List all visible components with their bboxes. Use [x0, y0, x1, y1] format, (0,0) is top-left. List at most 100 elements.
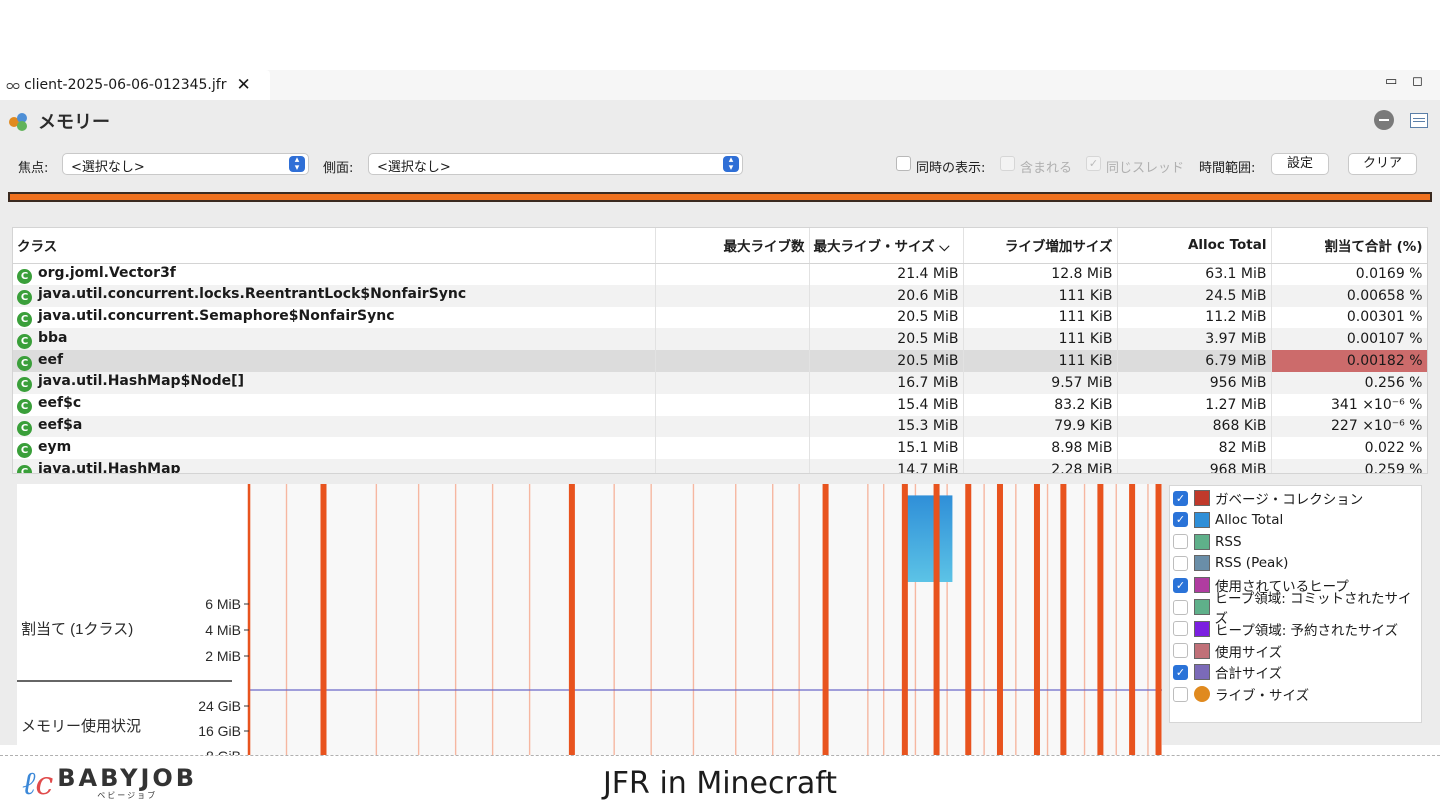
aspect-select-value: <選択なし> [377, 160, 451, 175]
table-row[interactable]: Cjava.util.HashMap 14.7 MiB 2.28 MiB 968 Mi… [13, 459, 1427, 473]
tab-filename: client-2025-06-06-012345.jfr [24, 77, 227, 93]
plot-background [249, 484, 1162, 778]
cell-count [655, 263, 810, 285]
legend-item[interactable]: RSS (Peak) [1173, 553, 1288, 573]
y-tick-label: 2 MiB [205, 648, 241, 664]
class-name: java.util.concurrent.locks.ReentrantLock… [38, 286, 467, 303]
view-toggle-icon[interactable] [1410, 112, 1428, 128]
class-name: eef [38, 351, 64, 368]
cell-growth: 111 KiB [963, 284, 1118, 307]
cell-alloc: 11.2 MiB [1117, 306, 1272, 329]
live-size-icon [1194, 686, 1210, 703]
editor-tab[interactable]: ᴑᴑ client-2025-06-06-012345.jfr ✕ [0, 70, 270, 100]
column-header-max-live-count[interactable]: 最大ライブ数 [655, 228, 810, 264]
cell-pct: 227 ×10⁻⁶ % [1271, 415, 1427, 438]
cell-count [655, 328, 810, 351]
column-header-max-live-size[interactable]: 最大ライブ・サイズ ⌵ [809, 228, 964, 264]
focus-label: 焦点: [18, 161, 49, 176]
legend-item[interactable]: ✓ Alloc Total [1173, 510, 1283, 530]
legend-item[interactable]: RSS [1173, 532, 1242, 552]
legend-checkbox[interactable] [1173, 534, 1188, 550]
filter-row: 焦点: <選択なし> ▴ ▾ 側面: <選択なし> ▴ ▾ 同時の表示: 含まれる … [18, 153, 1432, 177]
clear-button[interactable]: クリア [1348, 153, 1417, 175]
class-icon: C [17, 355, 32, 371]
editor-tab-bar: ᴑᴑ client-2025-06-06-012345.jfr ✕ ▭ ◻ [0, 70, 1440, 100]
legend-item[interactable]: ヒープ領域: 予約されたサイズ [1173, 619, 1398, 639]
time-range-bar[interactable] [8, 192, 1432, 202]
legend-checkbox[interactable] [1173, 643, 1188, 659]
cell-pct: 0.256 % [1271, 371, 1427, 394]
class-icon: C [17, 442, 32, 458]
remove-icon[interactable] [1374, 110, 1394, 130]
column-header-alloc-total[interactable]: Alloc Total [1117, 228, 1272, 264]
lane-label: メモリー使用状況 [21, 718, 141, 735]
maximize-icon[interactable]: ◻ [1412, 74, 1423, 89]
legend-item[interactable]: 使用サイズ [1173, 641, 1282, 661]
legend-checkbox[interactable]: ✓ [1173, 577, 1188, 593]
legend-checkbox[interactable]: ✓ [1173, 512, 1188, 528]
cell-alloc: 82 MiB [1117, 437, 1272, 460]
class-name-cell: Cjava.util.HashMap$Node[] [13, 371, 656, 394]
cell-count [655, 350, 810, 372]
cell-growth: 9.57 MiB [963, 371, 1118, 394]
class-icon: C [17, 333, 32, 349]
table-row[interactable]: Ceef$a 15.3 MiB 79.9 KiB 868 KiB 227 ×10⁻⁶ % [13, 415, 1427, 438]
column-header-live-growth[interactable]: ライブ増加サイズ [963, 228, 1118, 264]
cell-growth: 2.28 MiB [963, 459, 1118, 473]
legend-label: ライブ・サイズ [1215, 688, 1310, 705]
chevron-updown-icon: ▴ ▾ [723, 156, 739, 173]
page-title: メモリー [38, 112, 110, 133]
cell-alloc: 24.5 MiB [1117, 284, 1272, 307]
minimize-icon[interactable]: ▭ [1385, 74, 1397, 89]
cell-growth: 111 KiB [963, 350, 1118, 372]
class-name: eym [38, 438, 72, 455]
close-icon[interactable]: ✕ [236, 75, 250, 95]
legend-checkbox[interactable] [1173, 621, 1188, 637]
legend-item[interactable]: ✓ ガベージ・コレクション [1173, 488, 1363, 508]
legend-checkbox[interactable] [1173, 686, 1188, 702]
legend-item[interactable]: ✓ 合計サイズ [1173, 662, 1282, 682]
focus-select[interactable]: <選択なし> ▴ ▾ [62, 153, 309, 175]
cell-pct: 0.0169 % [1271, 263, 1427, 285]
table-row[interactable]: Ceef 20.5 MiB 111 KiB 6.79 MiB 0.00182 % [13, 350, 1427, 372]
page-header: メモリー [8, 108, 110, 134]
cell-max_live: 15.4 MiB [809, 393, 964, 416]
class-icon: C [17, 399, 32, 415]
legend-label: ヒープ領域: 予約されたサイズ [1215, 622, 1399, 639]
y-tick-label: 6 MiB [205, 596, 241, 612]
class-name: org.joml.Vector3f [38, 264, 176, 281]
y-tick-label: 4 MiB [205, 622, 241, 638]
cell-max_live: 14.7 MiB [809, 459, 964, 473]
aspect-select[interactable]: <選択なし> ▴ ▾ [368, 153, 743, 175]
legend-label: ガベージ・コレクション [1215, 492, 1364, 508]
legend-checkbox[interactable] [1173, 555, 1188, 571]
table-row[interactable]: Ceef$c 15.4 MiB 83.2 KiB 1.27 MiB 341 ×10⁻⁶ … [13, 393, 1427, 416]
cell-alloc: 3.97 MiB [1117, 328, 1272, 351]
table-row[interactable]: Cjava.util.concurrent.locks.ReentrantLoc… [13, 284, 1427, 307]
y-tick-label: 16 GiB [198, 723, 241, 739]
column-header-class[interactable]: クラス [13, 228, 656, 264]
legend-checkbox[interactable]: ✓ [1173, 664, 1188, 680]
cell-max_live: 21.4 MiB [809, 263, 964, 285]
show-concurrent-checkbox[interactable] [896, 156, 911, 171]
legend-item[interactable]: ヒープ領域: コミットされたサイズ [1173, 591, 1421, 627]
legend-swatch [1194, 642, 1210, 659]
table-row[interactable]: Cbba 20.5 MiB 111 KiB 3.97 MiB 0.00107 % [13, 328, 1427, 351]
cell-max_live: 15.3 MiB [809, 415, 964, 438]
table-row[interactable]: Cjava.util.concurrent.Semaphore$NonfairS… [13, 306, 1427, 329]
legend-checkbox[interactable]: ✓ [1173, 490, 1188, 506]
table-row[interactable]: Ceym 15.1 MiB 8.98 MiB 82 MiB 0.022 % [13, 437, 1427, 460]
table-row[interactable]: Corg.joml.Vector3f 21.4 MiB 12.8 MiB 63.1 M… [13, 263, 1427, 285]
column-header-alloc-percent[interactable]: 割当て合計 (%) [1271, 228, 1427, 264]
legend-item[interactable]: ライブ・サイズ [1173, 684, 1309, 704]
set-button[interactable]: 設定 [1271, 153, 1329, 175]
same-thread-checkbox[interactable]: ✓ [1086, 156, 1101, 171]
cell-count [655, 437, 810, 460]
table-row[interactable]: Cjava.util.HashMap$Node[] 16.7 MiB 9.57 Mi… [13, 371, 1427, 394]
contained-checkbox[interactable] [1000, 156, 1015, 171]
legend-swatch [1194, 577, 1210, 594]
class-icon: C [17, 420, 32, 436]
class-table: クラス 最大ライブ数 最大ライブ・サイズ ⌵ ライブ増加サイズ Alloc To… [12, 227, 1428, 474]
legend-checkbox[interactable] [1173, 599, 1188, 615]
cell-pct: 341 ×10⁻⁶ % [1271, 393, 1427, 416]
